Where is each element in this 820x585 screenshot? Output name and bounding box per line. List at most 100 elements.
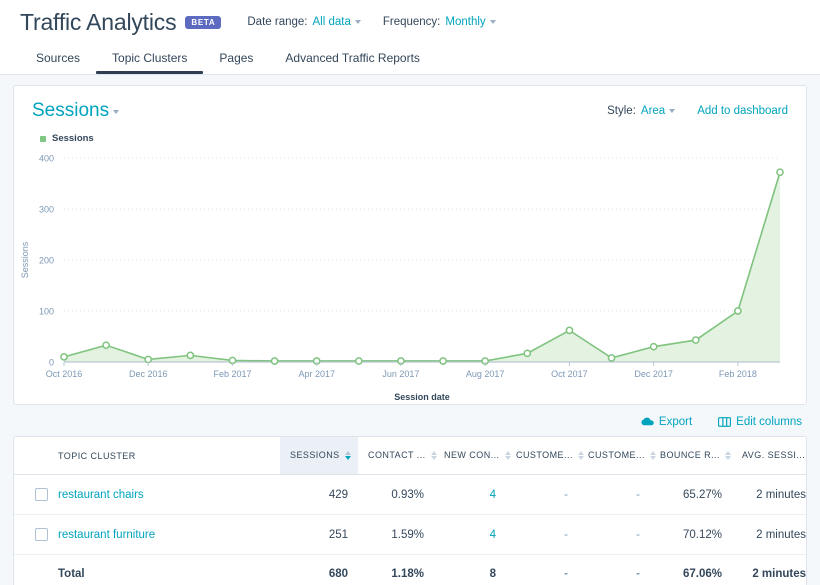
date-range-label: Date range: xyxy=(247,16,308,28)
row-sessions: 429 xyxy=(280,474,358,516)
row-contact: 0.93% xyxy=(358,474,434,516)
svg-text:Feb 2017: Feb 2017 xyxy=(213,369,251,379)
total-new-contacts: 8 xyxy=(489,568,496,581)
sort-icon[interactable] xyxy=(577,450,585,461)
header-bounce-rate-label: BOUNCE R... xyxy=(660,450,720,460)
header-select-all[interactable] xyxy=(14,437,48,476)
header-new-contacts[interactable]: NEW CON... xyxy=(434,437,511,476)
row-new-contacts-cell: 4 xyxy=(434,514,506,556)
row-sessions: 251 xyxy=(280,514,358,556)
header-topic-cluster[interactable]: TOPIC CLUSTER xyxy=(48,437,280,476)
header-customers-1[interactable]: CUSTOME... xyxy=(506,437,584,476)
svg-text:Aug 2017: Aug 2017 xyxy=(466,369,505,379)
beta-badge: BETA xyxy=(185,15,222,29)
chart-header-actions: Style: Area Add to dashboard xyxy=(607,105,788,117)
header-new-contacts-label: NEW CON... xyxy=(444,450,500,460)
row-checkbox[interactable] xyxy=(35,528,48,542)
row-checkbox-cell[interactable] xyxy=(14,474,48,516)
table-header-row: TOPIC CLUSTER SESSIONS CONTACT ... NEW C… xyxy=(14,437,806,476)
topic-clusters-table-card: TOPIC CLUSTER SESSIONS CONTACT ... NEW C… xyxy=(13,436,807,585)
total-avg-session: 2 minutes xyxy=(752,568,806,581)
export-cloud-icon xyxy=(641,417,654,426)
sort-icon[interactable] xyxy=(724,450,732,461)
export-label: Export xyxy=(658,415,693,428)
date-range-control[interactable]: Date range: All data xyxy=(247,16,361,28)
header-avg-session-label: AVG. SESSI... xyxy=(742,450,806,460)
row-checkbox-cell[interactable] xyxy=(14,514,48,556)
sort-icon[interactable] xyxy=(649,450,657,461)
svg-text:Oct 2017: Oct 2017 xyxy=(551,369,588,379)
svg-text:300: 300 xyxy=(39,205,54,215)
chart-plot-area: 0 100 200 300 400 Oct 2016 Dec 2016 Feb 2017 Apr… xyxy=(14,144,806,404)
svg-text:100: 100 xyxy=(39,307,54,317)
date-range-value[interactable]: All data xyxy=(312,16,350,28)
columns-icon xyxy=(718,416,732,427)
header-sessions-label: SESSIONS xyxy=(290,450,340,460)
tab-sources[interactable]: Sources xyxy=(20,51,96,74)
chart-title[interactable]: Sessions xyxy=(32,100,109,121)
svg-text:Session date: Session date xyxy=(394,392,450,402)
header-contact[interactable]: CONTACT ... xyxy=(358,437,437,476)
frequency-label: Frequency: xyxy=(382,16,441,28)
svg-text:Sessions: Sessions xyxy=(20,241,30,278)
svg-text:200: 200 xyxy=(39,256,54,266)
row-cluster-cell: restaurant furniture xyxy=(48,514,280,556)
total-checkbox-cell xyxy=(14,555,48,585)
topic-clusters-table: TOPIC CLUSTER SESSIONS CONTACT ... NEW C… xyxy=(14,437,806,585)
header-avg-session[interactable]: AVG. SESSI... xyxy=(732,437,806,476)
header-bounce-rate[interactable]: BOUNCE R... xyxy=(650,437,732,476)
cluster-link[interactable]: restaurant furniture xyxy=(58,529,155,541)
header-customers-2[interactable]: CUSTOME... xyxy=(578,437,656,476)
cluster-link[interactable]: restaurant chairs xyxy=(58,489,144,501)
header-contact-label: CONTACT ... xyxy=(368,450,426,460)
row-customers-2: - xyxy=(578,514,650,556)
edit-columns-button[interactable]: Edit columns xyxy=(718,416,802,428)
page-title: Traffic Analytics xyxy=(20,8,177,35)
sort-icon[interactable] xyxy=(504,450,512,461)
legend-color-swatch xyxy=(40,135,46,142)
svg-text:Oct 2016: Oct 2016 xyxy=(46,369,83,379)
chart-legend: Sessions xyxy=(14,122,806,144)
row-cluster-cell: restaurant chairs xyxy=(48,474,280,516)
row-avg-session: 2 minutes xyxy=(732,514,806,556)
total-label: Total xyxy=(58,568,85,581)
legend-label: Sessions xyxy=(52,133,94,144)
chart-card: Sessions Style: Area Add to dashboard Se… xyxy=(13,85,807,405)
table-toolbar: Export Edit columns xyxy=(0,405,820,436)
chevron-down-icon xyxy=(669,109,676,113)
row-bounce-rate: 70.12% xyxy=(650,514,732,556)
app-header: Traffic Analytics BETA Date range: All d… xyxy=(0,0,820,75)
row-new-contacts-cell: 4 xyxy=(434,474,506,516)
svg-text:Apr 2017: Apr 2017 xyxy=(298,369,335,379)
row-customers-1: - xyxy=(506,514,578,556)
add-to-dashboard-link[interactable]: Add to dashboard xyxy=(697,105,788,117)
new-contacts-link[interactable]: 4 xyxy=(490,529,496,541)
total-sessions: 680 xyxy=(328,568,348,581)
total-bounce-rate: 67.06% xyxy=(682,568,722,581)
tab-pages[interactable]: Pages xyxy=(203,51,269,74)
tab-topic-clusters[interactable]: Topic Clusters xyxy=(96,51,204,74)
row-checkbox[interactable] xyxy=(35,488,48,502)
row-bounce-rate: 65.27% xyxy=(650,474,732,516)
sort-desc-icon[interactable] xyxy=(344,450,352,461)
chevron-down-icon xyxy=(354,20,361,24)
frequency-value[interactable]: Monthly xyxy=(445,16,485,28)
total-customers-1: - xyxy=(564,568,568,581)
tab-advanced-traffic-reports[interactable]: Advanced Traffic Reports xyxy=(269,51,436,74)
style-value[interactable]: Area xyxy=(641,105,665,117)
row-customers-1: - xyxy=(506,474,578,516)
table-total-row: Total 680 1.18% 8 - - 67.06% 2 minutes xyxy=(14,555,806,585)
new-contacts-link[interactable]: 4 xyxy=(490,489,496,501)
total-customers-2: - xyxy=(636,568,640,581)
svg-text:Dec 2016: Dec 2016 xyxy=(129,369,168,379)
row-customers-2: - xyxy=(578,474,650,516)
total-contact: 1.18% xyxy=(391,568,424,581)
chart-title-group[interactable]: Sessions xyxy=(32,100,120,122)
sort-icon[interactable] xyxy=(430,450,438,461)
frequency-control[interactable]: Frequency: Monthly xyxy=(383,16,496,28)
export-button[interactable]: Export xyxy=(641,415,692,428)
header-sessions[interactable]: SESSIONS xyxy=(280,437,358,476)
edit-columns-label: Edit columns xyxy=(736,415,802,428)
svg-text:0: 0 xyxy=(49,358,54,368)
header-customers-2-label: CUSTOME... xyxy=(588,450,645,460)
